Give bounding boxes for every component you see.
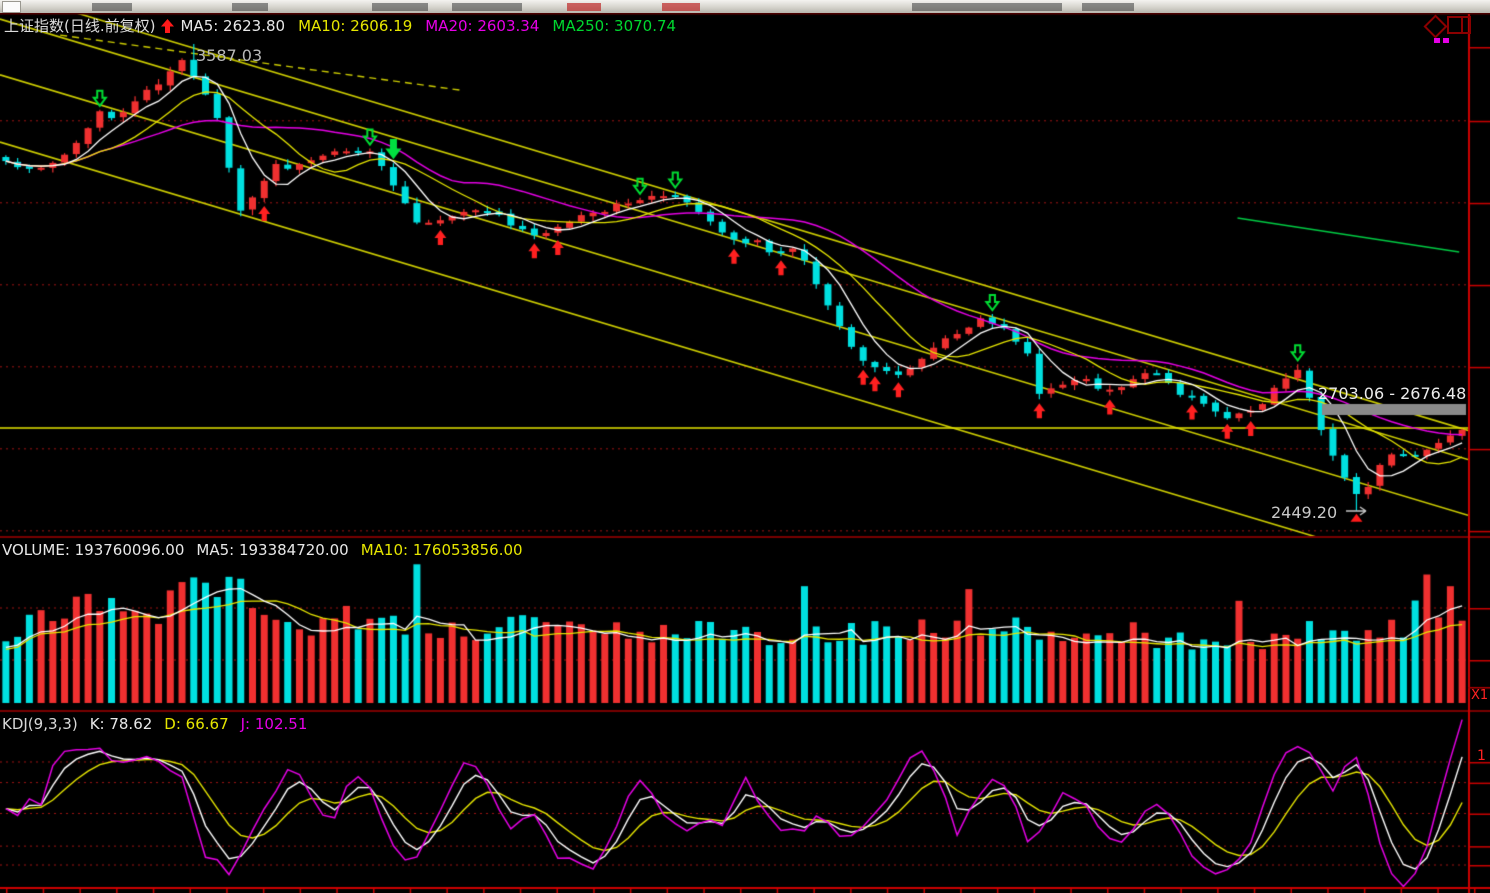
toolbar-button-highlighted[interactable]: [567, 3, 601, 11]
magenta-marker-dot: [1443, 38, 1449, 43]
toolbar-file-icon: [2, 1, 21, 13]
toolbar-text-fragment: [452, 3, 522, 11]
chart-canvas[interactable]: [0, 0, 1490, 893]
toolbar-text-fragment: [92, 3, 132, 11]
toolbar-text-fragment: [1082, 3, 1134, 11]
trading-app-window: 上证指数(日线.前复权)MA5: 2623.80MA10: 2606.19MA2…: [0, 0, 1490, 893]
toolbar-text-fragment: [372, 3, 428, 11]
magenta-marker-dot: [1434, 38, 1440, 43]
toolbar[interactable]: [0, 0, 1490, 14]
toolbar-button-highlighted[interactable]: [662, 3, 700, 11]
toolbar-text-fragment: [912, 3, 1062, 11]
toolbar-text-fragment: [232, 3, 268, 11]
window-layout-icon[interactable]: [1447, 16, 1471, 34]
